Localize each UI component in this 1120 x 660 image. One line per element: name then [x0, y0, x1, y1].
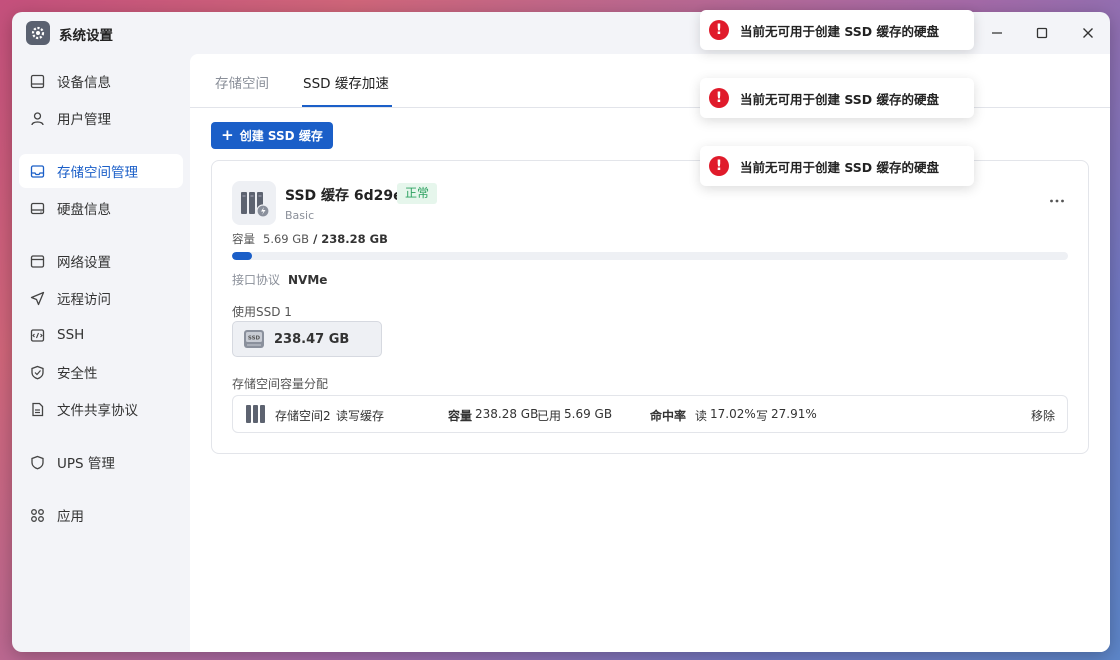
- capacity-row: 容量 5.69 GB / 238.28 GB: [232, 232, 388, 246]
- maximize-button[interactable]: [1029, 20, 1055, 46]
- capacity-progress-bar: [232, 252, 1068, 260]
- remote-access-icon: [29, 290, 45, 306]
- alloc-capacity-label: 容量: [448, 409, 473, 423]
- error-icon: !: [709, 156, 729, 176]
- minimize-button[interactable]: [984, 20, 1010, 46]
- toast-message: 当前无可用于创建 SSD 缓存的硬盘: [740, 23, 940, 39]
- alloc-used-value: 5.69 GB: [564, 407, 613, 421]
- shield-icon: [29, 364, 45, 380]
- file-share-icon: [29, 401, 45, 417]
- plus-icon: +: [221, 126, 234, 144]
- sidebar-item-label: SSH: [57, 327, 85, 343]
- sidebar: 设备信息 用户管理 存储空间管理 硬盘信息 网络设置 远程访问 SSH 安全性: [12, 54, 190, 652]
- sidebar-item-label: 远程访问: [57, 292, 111, 308]
- sidebar-item-storage[interactable]: 存储空间管理: [19, 154, 183, 188]
- close-button[interactable]: [1075, 20, 1101, 46]
- gear-icon: [26, 21, 50, 45]
- sidebar-item-apps[interactable]: 应用: [19, 498, 183, 532]
- status-badge: 正常: [397, 183, 438, 204]
- read-hit-rate: 17.02%: [710, 407, 756, 421]
- sidebar-item-device-info[interactable]: 设备信息: [19, 64, 183, 98]
- active-tab-indicator: [302, 105, 392, 107]
- device-info-icon: [29, 73, 45, 89]
- allocation-row: 存储空间2 读写缓存 容量 238.28 GB 已用 5.69 GB 命中率 读…: [232, 395, 1068, 433]
- tab-storage-space[interactable]: 存储空间: [215, 72, 269, 92]
- read-label: 读: [695, 409, 708, 423]
- used-ssd-label: 使用SSD 1: [232, 305, 292, 319]
- interface-row: 接口协议 NVMe: [232, 271, 327, 288]
- sidebar-item-remote-access[interactable]: 远程访问: [19, 281, 183, 315]
- sidebar-item-label: 设备信息: [57, 75, 111, 91]
- apps-icon: [29, 507, 45, 523]
- sidebar-item-label: 文件共享协议: [57, 403, 138, 419]
- interface-label: 接口协议: [232, 273, 281, 287]
- write-label: 写: [756, 409, 769, 423]
- tab-ssd-cache[interactable]: SSD 缓存加速: [303, 72, 389, 92]
- cache-type: Basic: [285, 209, 315, 222]
- ups-shield-icon: [29, 454, 45, 470]
- create-ssd-cache-button[interactable]: + 创建 SSD 缓存: [211, 122, 333, 149]
- ssh-icon: [29, 327, 45, 343]
- window-title: 系统设置: [59, 28, 113, 44]
- error-icon: !: [709, 88, 729, 108]
- capacity-total: 238.28 GB: [321, 232, 388, 246]
- capacity-progress-fill: [232, 252, 253, 260]
- sidebar-item-label: 用户管理: [57, 112, 111, 128]
- sidebar-item-label: 应用: [57, 509, 84, 525]
- allocation-label: 存储空间容量分配: [232, 377, 329, 391]
- sidebar-item-ssh[interactable]: SSH: [19, 318, 183, 352]
- hit-rate-label: 命中率: [650, 409, 687, 423]
- error-toast: ! 当前无可用于创建 SSD 缓存的硬盘: [700, 78, 974, 118]
- capacity-used: 5.69 GB: [263, 232, 310, 246]
- interface-value: NVMe: [288, 273, 328, 287]
- ssd-disk-size: 238.47 GB: [274, 331, 350, 347]
- user-icon: [29, 110, 45, 126]
- create-ssd-cache-label: 创建 SSD 缓存: [239, 129, 323, 143]
- more-options-button[interactable]: [1046, 193, 1068, 209]
- error-toast: ! 当前无可用于创建 SSD 缓存的硬盘: [700, 10, 974, 50]
- network-icon: [29, 253, 45, 269]
- sidebar-item-label: 安全性: [57, 366, 98, 382]
- sidebar-item-label: UPS 管理: [57, 456, 115, 472]
- storage-icon: [29, 163, 45, 179]
- error-icon: !: [709, 20, 729, 40]
- ssd-disk-icon: SSD: [244, 330, 264, 348]
- sidebar-item-ups[interactable]: UPS 管理: [19, 445, 183, 479]
- sidebar-item-hard-disk[interactable]: 硬盘信息: [19, 191, 183, 225]
- sidebar-item-label: 网络设置: [57, 255, 111, 271]
- capacity-label: 容量: [232, 232, 255, 246]
- volume-icon: [245, 404, 267, 427]
- sidebar-item-file-share[interactable]: 文件共享协议: [19, 392, 183, 426]
- ssd-cache-icon: [232, 181, 276, 225]
- sidebar-item-users[interactable]: 用户管理: [19, 101, 183, 135]
- hard-disk-icon: [29, 200, 45, 216]
- ssd-cache-card: SSD 缓存 6d29e 正常 Basic 容量 5.69 GB / 238.28…: [211, 160, 1089, 454]
- toast-message: 当前无可用于创建 SSD 缓存的硬盘: [740, 91, 940, 107]
- sidebar-item-network[interactable]: 网络设置: [19, 244, 183, 278]
- ssd-disk-item[interactable]: SSD 238.47 GB: [232, 321, 382, 357]
- ellipsis-icon: [1050, 199, 1064, 203]
- cache-name: SSD 缓存 6d29e: [285, 188, 403, 204]
- alloc-used-label: 已用: [537, 409, 562, 423]
- sidebar-item-label: 存储空间管理: [57, 165, 138, 181]
- error-toast: ! 当前无可用于创建 SSD 缓存的硬盘: [700, 146, 974, 186]
- cache-mode: 读写缓存: [336, 409, 385, 423]
- main-panel: 存储空间 SSD 缓存加速 + 创建 SSD 缓存 SSD 缓存 6d29e 正…: [190, 54, 1110, 652]
- sidebar-item-security[interactable]: 安全性: [19, 355, 183, 389]
- svg-text:SSD: SSD: [248, 336, 261, 342]
- alloc-capacity-value: 238.28 GB: [475, 407, 539, 421]
- volume-name: 存储空间2: [275, 409, 331, 423]
- write-hit-rate: 27.91%: [771, 407, 817, 421]
- sidebar-item-label: 硬盘信息: [57, 202, 111, 218]
- toast-message: 当前无可用于创建 SSD 缓存的硬盘: [740, 159, 940, 175]
- remove-button[interactable]: 移除: [1031, 407, 1055, 424]
